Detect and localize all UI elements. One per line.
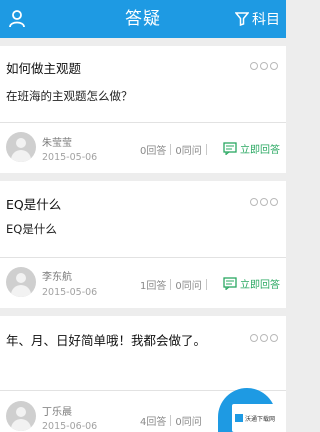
question-body: 在班海的主观题怎么做？ — [6, 89, 133, 103]
same-question-count: 0同问 — [175, 417, 202, 428]
question-stats: 1回答 0同问 — [140, 277, 211, 292]
filter-icon — [235, 12, 249, 26]
watermark-badge: 沃通下载网 — [232, 404, 279, 432]
divider — [0, 257, 286, 258]
more-options-icon[interactable] — [250, 198, 278, 206]
question-stats: 4回答 0同问 — [140, 413, 202, 428]
question-title: 如何做主观题 — [6, 61, 82, 76]
comment-icon — [223, 277, 237, 290]
avatar[interactable] — [6, 132, 36, 162]
comment-icon — [223, 142, 237, 155]
question-title: EQ是什么 — [6, 197, 62, 212]
more-options-icon[interactable] — [250, 62, 278, 70]
question-body: EQ是什么 — [6, 222, 57, 236]
answer-count: 1回答 — [140, 281, 167, 292]
divider — [0, 122, 286, 123]
post-date: 2015-06-06 — [42, 421, 98, 432]
author-name: 李东航 — [42, 272, 72, 283]
question-card[interactable]: EQ是什么 EQ是什么 李东航 2015-05-06 1回答 0同问 立即回答 — [0, 181, 286, 308]
logo-icon — [235, 414, 243, 422]
same-question-count: 0同问 — [175, 281, 202, 292]
more-options-icon[interactable] — [250, 334, 278, 342]
app-header: 答疑 科目 — [0, 0, 286, 38]
answer-now-button[interactable]: 立即回答 — [223, 141, 280, 156]
answer-now-label: 立即回答 — [240, 280, 280, 291]
post-date: 2015-05-06 — [42, 287, 98, 298]
avatar[interactable] — [6, 267, 36, 297]
author-name: 朱莹莹 — [42, 138, 72, 149]
same-question-count: 0同问 — [175, 146, 202, 157]
avatar[interactable] — [6, 401, 36, 431]
question-card[interactable]: 如何做主观题 在班海的主观题怎么做？ 朱莹莹 2015-05-06 0回答 0同… — [0, 46, 286, 173]
question-title: 年、月、日好简单哦！我都会做了。 — [6, 333, 207, 348]
author-name: 丁乐晨 — [42, 407, 72, 418]
answer-now-label: 立即回答 — [240, 145, 280, 156]
subject-filter-label: 科目 — [252, 12, 280, 28]
answer-count: 0回答 — [140, 146, 167, 157]
question-stats: 0回答 0同问 — [140, 142, 211, 157]
answer-now-button[interactable]: 立即回答 — [223, 276, 280, 291]
answer-count: 4回答 — [140, 417, 167, 428]
watermark-text: 沃通下载网 — [245, 415, 276, 423]
subject-filter-button[interactable]: 科目 — [235, 0, 280, 38]
post-date: 2015-05-06 — [42, 152, 98, 163]
